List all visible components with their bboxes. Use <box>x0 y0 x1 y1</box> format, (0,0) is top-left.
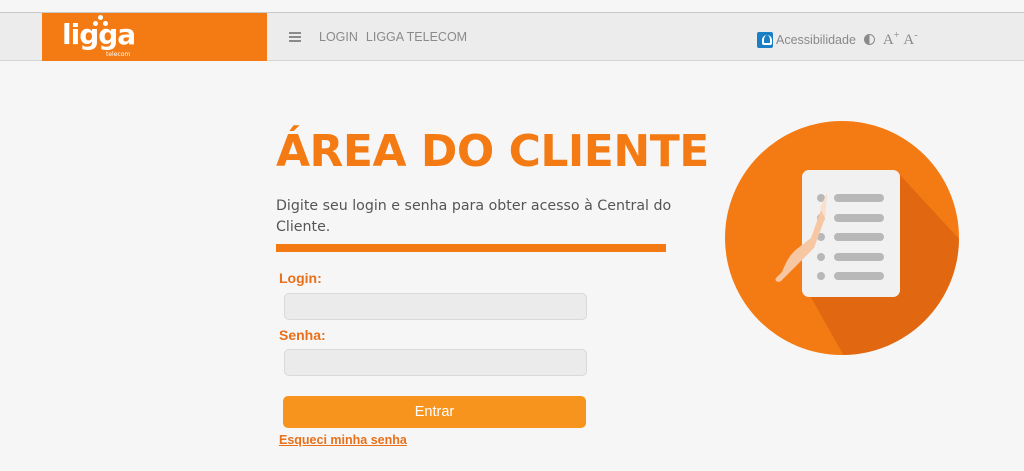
font-increase-letter: A <box>882 32 894 48</box>
logo[interactable]: ligga telecom <box>42 13 267 61</box>
title-divider <box>276 244 666 252</box>
font-decrease-button[interactable]: A- <box>903 30 917 49</box>
accessibility-link[interactable]: Acessibilidade <box>776 33 856 47</box>
logo-subtext: telecom <box>106 51 131 58</box>
intro-text: Digite seu login e senha para obter aces… <box>276 198 672 235</box>
page-title: ÁREA DO CLIENTE <box>276 126 709 177</box>
font-increase-mark: + <box>893 30 900 41</box>
font-decrease-letter: A <box>903 32 915 48</box>
login-input[interactable] <box>284 293 587 320</box>
password-label: Senha: <box>279 327 326 343</box>
accessibility-icon[interactable] <box>757 31 773 48</box>
nav-item-ligga-telecom[interactable]: LIGGA TELECOM <box>366 30 467 44</box>
menu-icon[interactable] <box>289 32 301 42</box>
submit-button[interactable]: Entrar <box>283 396 586 428</box>
login-label: Login: <box>279 270 322 286</box>
contrast-icon[interactable] <box>863 34 875 45</box>
logo-dots-icon <box>93 15 109 29</box>
site-header: ligga telecom LOGIN LIGGA TELECOM Acessi… <box>0 13 1024 61</box>
accessibility-bar: Acessibilidade A+ A- <box>757 30 918 49</box>
main-nav: LOGIN LIGGA TELECOM <box>289 30 467 44</box>
password-input[interactable] <box>284 349 587 376</box>
nav-item-login[interactable]: LOGIN <box>319 30 358 44</box>
font-increase-button[interactable]: A+ <box>883 30 899 49</box>
font-decrease-mark: - <box>914 30 918 41</box>
document-click-illustration <box>725 121 959 355</box>
forgot-password-link[interactable]: Esqueci minha senha <box>279 433 407 447</box>
